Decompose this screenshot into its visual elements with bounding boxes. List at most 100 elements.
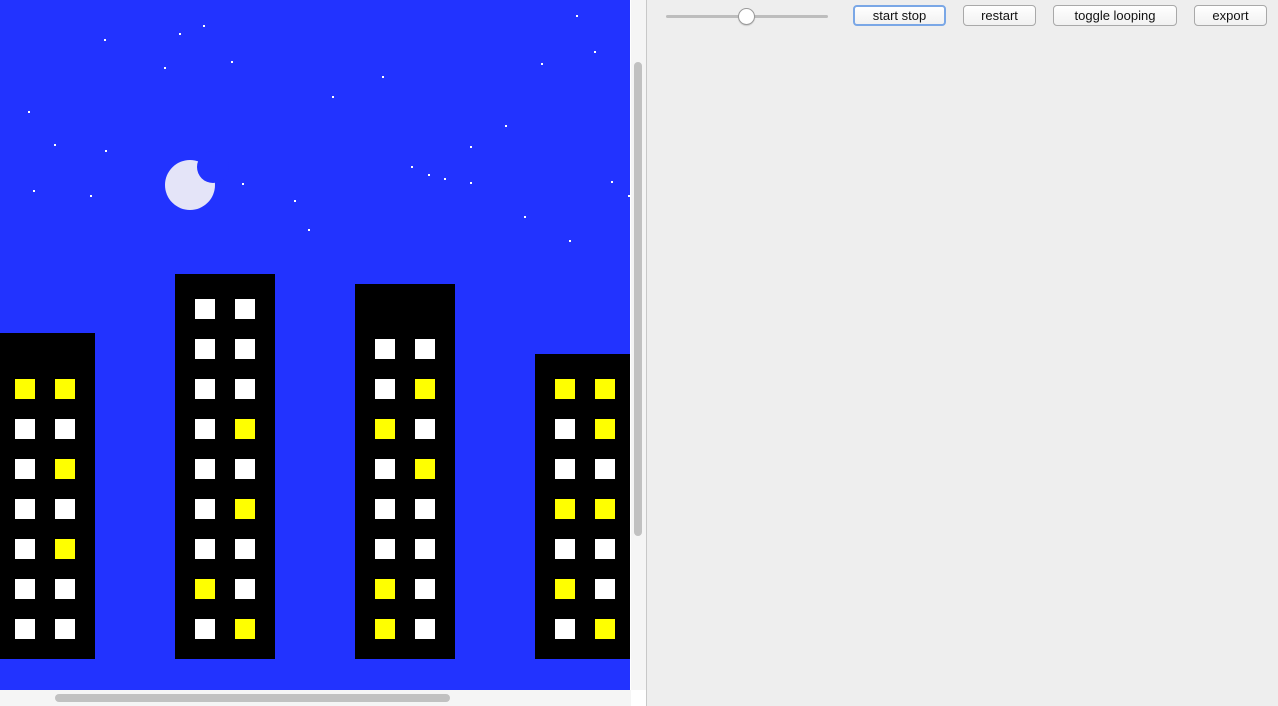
building [0,333,95,659]
lit-window [235,419,255,439]
lit-window [595,499,615,519]
star [105,150,107,152]
unlit-window [55,579,75,599]
star [505,125,507,127]
unlit-window [15,619,35,639]
unlit-window [235,579,255,599]
lit-window [235,499,255,519]
unlit-window [15,579,35,599]
restart-button[interactable]: restart [963,5,1036,26]
star [611,181,613,183]
lit-window [55,379,75,399]
unlit-window [15,539,35,559]
unlit-window [235,299,255,319]
start-stop-button[interactable]: start stop [853,5,946,26]
unlit-window [195,539,215,559]
star [203,25,205,27]
animation-canvas [0,0,630,690]
unlit-window [415,539,435,559]
building-body [355,284,455,659]
star [524,216,526,218]
unlit-window [415,499,435,519]
toggle-looping-button[interactable]: toggle looping [1053,5,1177,26]
lit-window [55,539,75,559]
star [54,144,56,146]
unlit-window [195,299,215,319]
unlit-window [15,419,35,439]
unlit-window [595,539,615,559]
star [332,96,334,98]
unlit-window [195,339,215,359]
lit-window [595,379,615,399]
unlit-window [415,579,435,599]
controls-pane: start stop restart toggle looping export [647,0,1278,706]
lit-window [375,619,395,639]
unlit-window [555,539,575,559]
star [569,240,571,242]
unlit-window [235,539,255,559]
unlit-window [595,579,615,599]
unlit-window [375,339,395,359]
unlit-window [415,339,435,359]
lit-window [555,499,575,519]
vertical-scrollbar-thumb[interactable] [634,62,642,536]
unlit-window [375,539,395,559]
unlit-window [195,379,215,399]
star [179,33,181,35]
lit-window [235,619,255,639]
building-body [0,333,95,659]
star [308,229,310,231]
unlit-window [195,419,215,439]
lit-window [415,459,435,479]
unlit-window [195,619,215,639]
unlit-window [595,459,615,479]
star [28,111,30,113]
star [382,76,384,78]
unlit-window [195,499,215,519]
building [355,284,455,659]
unlit-window [55,619,75,639]
star [231,61,233,63]
building-body [535,354,630,659]
star [242,183,244,185]
unlit-window [555,419,575,439]
unlit-window [195,459,215,479]
unlit-window [415,419,435,439]
horizontal-scrollbar[interactable] [0,690,631,706]
lit-window [595,619,615,639]
unlit-window [55,499,75,519]
star [628,195,630,197]
building [175,274,275,659]
star [104,39,106,41]
star [594,51,596,53]
lit-window [15,379,35,399]
vertical-scrollbar[interactable] [631,0,646,690]
star [576,15,578,17]
building-body [175,274,275,659]
lit-window [375,419,395,439]
star [164,67,166,69]
star [294,200,296,202]
star [90,195,92,197]
slider-thumb[interactable] [738,8,755,25]
unlit-window [415,619,435,639]
building [535,354,630,659]
lit-window [375,579,395,599]
horizontal-scrollbar-thumb[interactable] [55,694,450,702]
unlit-window [375,459,395,479]
export-button[interactable]: export [1194,5,1267,26]
unlit-window [15,459,35,479]
star [470,182,472,184]
canvas-pane [0,0,646,706]
lit-window [595,419,615,439]
unlit-window [555,619,575,639]
star [470,146,472,148]
unlit-window [235,379,255,399]
lit-window [415,379,435,399]
unlit-window [375,379,395,399]
speed-slider[interactable] [666,6,828,26]
unlit-window [55,419,75,439]
unlit-window [235,339,255,359]
star [541,63,543,65]
lit-window [195,579,215,599]
